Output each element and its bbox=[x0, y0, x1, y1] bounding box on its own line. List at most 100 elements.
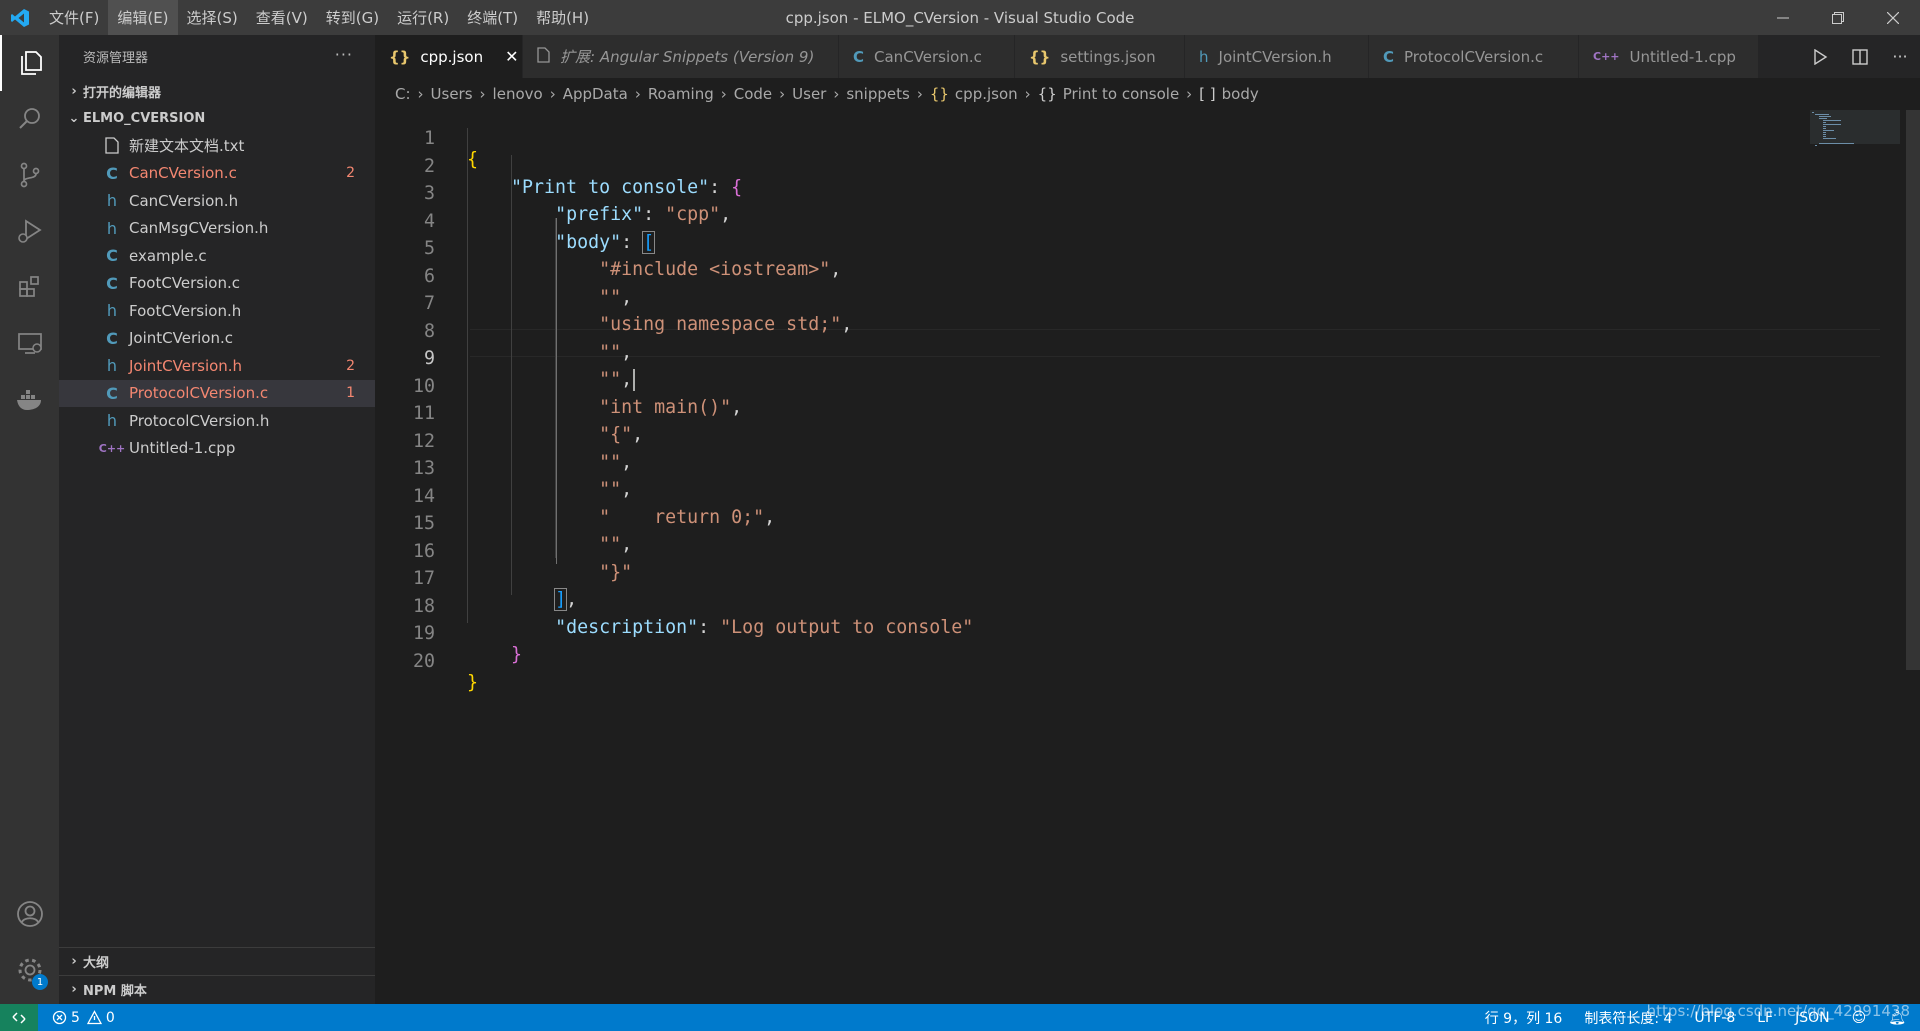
manage-button[interactable]: 1 bbox=[0, 942, 59, 998]
array-icon: [ ] bbox=[1199, 85, 1216, 103]
extensions-icon bbox=[18, 276, 39, 297]
menu-edit[interactable]: 编辑(E) bbox=[108, 0, 178, 35]
problem-count: 1 bbox=[346, 385, 355, 402]
warning-icon bbox=[86, 1010, 102, 1025]
file-name: ProtocolCVersion.h bbox=[129, 411, 270, 430]
menu-file[interactable]: 文件(F) bbox=[40, 0, 108, 35]
close-window-button[interactable] bbox=[1865, 0, 1920, 35]
code-line: 14 " return 0;", bbox=[375, 465, 1785, 528]
vertical-scrollbar[interactable] bbox=[1906, 110, 1920, 1004]
docker-icon bbox=[16, 390, 41, 410]
error-count: 5 bbox=[71, 1009, 80, 1026]
file-item[interactable]: C JointCVerion.c bbox=[59, 325, 375, 353]
explorer-button[interactable] bbox=[0, 35, 59, 91]
menu-go[interactable]: 转到(G) bbox=[317, 0, 388, 35]
code-line: 2 "Print to console": { bbox=[375, 135, 1785, 198]
more-actions-icon[interactable]: ··· bbox=[335, 45, 353, 64]
tab-protocolcversion-c[interactable]: C ProtocolCVersion.c bbox=[1369, 35, 1579, 78]
minimap[interactable] bbox=[1810, 110, 1900, 170]
chevron-right-icon: › bbox=[71, 84, 77, 99]
tab-cpp-json[interactable]: {} cpp.json ✕ bbox=[375, 35, 523, 78]
file-item[interactable]: C++ Untitled-1.cpp bbox=[59, 435, 375, 463]
breadcrumb-item[interactable]: Code bbox=[734, 85, 772, 103]
file-item[interactable]: C CanCVersion.c 2 bbox=[59, 160, 375, 188]
h-file-icon: h bbox=[106, 356, 118, 376]
code-line: 8 "", bbox=[375, 300, 1785, 363]
breadcrumb-symbol[interactable]: Print to console bbox=[1063, 85, 1179, 103]
code-line: 5 "#include <iostream>", bbox=[375, 217, 1785, 280]
run-button[interactable] bbox=[1800, 35, 1840, 78]
remote-indicator[interactable] bbox=[0, 1004, 38, 1031]
cursor-position[interactable]: 行 9，列 16 bbox=[1485, 1008, 1563, 1028]
tab-cancversion-c[interactable]: C CanCVersion.c bbox=[839, 35, 1015, 78]
breadcrumb-item[interactable]: Roaming bbox=[648, 85, 714, 103]
file-item[interactable]: C example.c bbox=[59, 242, 375, 270]
code-editor[interactable]: 1 { 2 "Print to console": { 3 "prefix": … bbox=[375, 110, 1920, 1004]
menu-run[interactable]: 运行(R) bbox=[388, 0, 458, 35]
file-item[interactable]: h FootCVersion.h bbox=[59, 297, 375, 325]
scrollbar-thumb[interactable] bbox=[1906, 110, 1920, 670]
menu-view[interactable]: 查看(V) bbox=[247, 0, 317, 35]
line-number: 20 bbox=[412, 650, 435, 672]
file-name: FootCVersion.h bbox=[129, 301, 242, 320]
h-file-icon: h bbox=[1199, 47, 1209, 66]
split-editor-button[interactable] bbox=[1840, 35, 1880, 78]
json-icon: {} bbox=[389, 47, 411, 66]
tab-angular-snippets[interactable]: 扩展: Angular Snippets (Version 9) bbox=[523, 35, 839, 78]
file-item[interactable]: C FootCVersion.c bbox=[59, 270, 375, 298]
extensions-button[interactable] bbox=[0, 259, 59, 315]
code-line: 6 "", bbox=[375, 245, 1785, 308]
docker-button[interactable] bbox=[0, 371, 59, 427]
accounts-button[interactable] bbox=[0, 886, 59, 942]
close-icon[interactable]: ✕ bbox=[505, 47, 518, 66]
file-item[interactable]: h JointCVersion.h 2 bbox=[59, 352, 375, 380]
breadcrumb-item[interactable]: Users bbox=[431, 85, 473, 103]
c-file-icon: C bbox=[853, 47, 865, 66]
close-icon bbox=[1886, 11, 1899, 24]
json-icon: {} bbox=[929, 85, 949, 103]
chevron-down-icon: ⌄ bbox=[68, 111, 80, 126]
file-item[interactable]: h CanMsgCVersion.h bbox=[59, 215, 375, 243]
error-icon bbox=[52, 1010, 67, 1025]
more-actions-button[interactable]: ··· bbox=[1880, 35, 1920, 78]
tab-jointcversion-h[interactable]: h JointCVersion.h bbox=[1185, 35, 1369, 78]
search-button[interactable] bbox=[0, 91, 59, 147]
menu-terminal[interactable]: 终端(T) bbox=[458, 0, 527, 35]
breadcrumb-symbol[interactable]: body bbox=[1222, 85, 1259, 103]
file-item[interactable]: 新建文本文档.txt bbox=[59, 132, 375, 160]
code-line: 4 "body": [ bbox=[375, 190, 1785, 254]
document-icon bbox=[537, 46, 550, 67]
file-item[interactable]: h ProtocolCVersion.h bbox=[59, 407, 375, 435]
npm-scripts-section[interactable]: › NPM 脚本 bbox=[59, 975, 375, 1003]
source-control-button[interactable] bbox=[0, 147, 59, 203]
breadcrumb-file[interactable]: cpp.json bbox=[955, 85, 1018, 103]
h-file-icon: h bbox=[106, 301, 118, 321]
run-debug-button[interactable] bbox=[0, 203, 59, 259]
tab-untitled-cpp[interactable]: C++ Untitled-1.cpp bbox=[1579, 35, 1759, 78]
file-item[interactable]: C ProtocolCVersion.c 1 bbox=[59, 379, 375, 407]
outline-section[interactable]: › 大纲 bbox=[59, 947, 375, 975]
chevron-right-icon: › bbox=[71, 982, 77, 997]
breadcrumb-item[interactable]: snippets bbox=[846, 85, 909, 103]
breadcrumb-item[interactable]: AppData bbox=[563, 85, 628, 103]
ellipsis-icon: ··· bbox=[1892, 47, 1908, 66]
breadcrumb-item[interactable]: C: bbox=[395, 85, 411, 103]
file-name: 新建文本文档.txt bbox=[129, 137, 245, 156]
minimize-button[interactable] bbox=[1755, 0, 1810, 35]
npm-label: NPM 脚本 bbox=[83, 984, 147, 999]
breadcrumb-item[interactable]: lenovo bbox=[493, 85, 543, 103]
menu-help[interactable]: 帮助(H) bbox=[527, 0, 598, 35]
menu-selection[interactable]: 选择(S) bbox=[178, 0, 247, 35]
problems-indicator[interactable]: 5 0 bbox=[52, 1010, 115, 1026]
breadcrumb-item[interactable]: User bbox=[792, 85, 826, 103]
tab-settings-json[interactable]: {} settings.json bbox=[1015, 35, 1185, 78]
file-name: ProtocolCVersion.c bbox=[129, 384, 269, 403]
restore-button[interactable] bbox=[1810, 0, 1865, 35]
folder-section[interactable]: ⌄ ELMO_CVERSION bbox=[59, 105, 375, 132]
title-bar: 文件(F) 编辑(E) 选择(S) 查看(V) 转到(G) 运行(R) 终端(T… bbox=[0, 0, 1920, 35]
file-item[interactable]: h CanCVersion.h bbox=[59, 187, 375, 215]
problem-count: 2 bbox=[346, 165, 355, 182]
code-line: 16 "}" bbox=[375, 520, 1785, 583]
open-editors-section[interactable]: › 打开的编辑器 bbox=[59, 78, 375, 105]
remote-explorer-button[interactable] bbox=[0, 315, 59, 371]
